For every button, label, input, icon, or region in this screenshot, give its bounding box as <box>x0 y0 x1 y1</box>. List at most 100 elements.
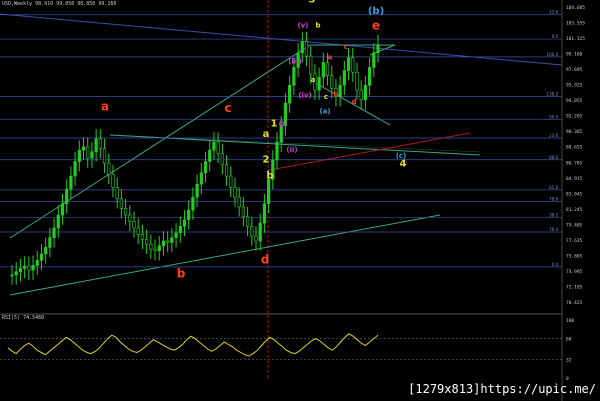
wave-label: (c) <box>396 152 407 160</box>
candle-body <box>363 84 367 101</box>
candle-body <box>351 57 355 73</box>
candle-body <box>94 138 98 153</box>
candle-body <box>275 141 279 161</box>
rsi-tick-label: 32 <box>566 357 572 363</box>
price-tick-label: 104.685 <box>566 5 585 11</box>
price-tick-label: 94.055 <box>566 98 583 104</box>
price-chart: 23.6 0.0 100.0 138.2 50.0 23.6 88.6 61.8 78.6 38.… <box>0 0 585 401</box>
candle-body <box>203 161 208 174</box>
candle-body <box>342 70 346 86</box>
candle-body <box>128 214 132 222</box>
wave-label: c <box>344 43 348 51</box>
trendlines <box>0 13 563 296</box>
wave-label: (iv) <box>298 91 311 99</box>
candle-body <box>317 76 321 91</box>
candle-body <box>174 232 178 239</box>
candle-body <box>199 172 203 185</box>
price-tick-label: 92.285 <box>566 114 583 120</box>
fib-label: 61.8 <box>549 185 558 190</box>
fib-label: 0.0 <box>552 34 559 39</box>
candle-body <box>182 219 187 227</box>
candle-body <box>115 187 119 200</box>
candle-body <box>161 240 166 247</box>
wave-label: (i) <box>279 120 288 128</box>
wave-label: (a) <box>319 108 330 116</box>
rsi-tick-label: 68 <box>566 337 572 343</box>
price-tick-label: 81.245 <box>566 207 583 213</box>
price-tick-label: 83.045 <box>566 191 583 197</box>
candle-body <box>241 206 245 217</box>
candle-body <box>237 196 241 208</box>
wave-label: e <box>372 18 380 32</box>
candle-body <box>14 271 18 276</box>
wave-label: d <box>351 98 356 106</box>
fib-label: 0.0 <box>552 262 559 267</box>
candle-body <box>65 188 69 204</box>
candle-body <box>367 67 372 86</box>
candle-body <box>44 247 48 255</box>
candle-body <box>325 62 330 76</box>
fib-label: 38.2 <box>549 212 558 217</box>
candle-body <box>170 237 174 243</box>
wave-label: b <box>266 171 273 182</box>
candle-body <box>372 52 376 68</box>
candle-body <box>52 227 56 239</box>
candle-body <box>111 174 115 188</box>
candle-body <box>338 84 342 97</box>
candle-body <box>69 175 73 190</box>
candle-body <box>267 179 271 204</box>
price-tick-label: 90.385 <box>566 129 583 135</box>
candle-body <box>288 84 292 104</box>
red-trend-line <box>269 132 471 171</box>
candle-body <box>157 245 161 251</box>
wave-label: (iii) <box>288 57 302 65</box>
candle-body <box>178 226 182 234</box>
candle-body <box>132 221 136 229</box>
candle-body <box>216 141 220 154</box>
candle-body <box>31 264 35 271</box>
candle-body <box>123 208 128 216</box>
price-tick-label: 95.925 <box>566 83 583 89</box>
candle-body <box>245 216 250 227</box>
fib-label: 78.6 <box>549 197 558 202</box>
candle-body <box>81 146 86 151</box>
candle-body <box>376 44 380 54</box>
candle-body <box>98 138 102 149</box>
price-tick-label: 75.865 <box>566 253 583 259</box>
price-tick-label: 77.635 <box>566 238 583 244</box>
candle-body <box>191 196 195 211</box>
fib-label: 23.6 <box>549 10 558 15</box>
wave-label: 1 <box>271 119 278 130</box>
price-tick-label: 97.695 <box>566 67 583 73</box>
candle-body <box>145 239 149 245</box>
candle-body <box>60 203 65 216</box>
fib-label: 50.0 <box>549 115 558 120</box>
fib-label: 76.4 <box>549 227 558 232</box>
candle-body <box>136 227 140 235</box>
wave-label: b <box>177 266 186 280</box>
candle-body <box>233 187 237 198</box>
candle-body <box>258 222 262 242</box>
fib-label: 138.2 <box>547 92 559 97</box>
price-tick-label: 86.785 <box>566 160 583 166</box>
watermark: [1279x813]https://upic.me/ <box>408 382 596 396</box>
fib-label: 100.0 <box>547 52 559 57</box>
candle-body <box>77 149 81 162</box>
candle-body <box>346 57 351 71</box>
candle-body <box>309 55 313 75</box>
wave-label: b <box>333 91 338 99</box>
wave-label: d <box>261 253 270 267</box>
wave-label: a <box>101 99 109 113</box>
candle-body <box>321 62 325 78</box>
candles <box>10 31 380 285</box>
candle-body <box>18 268 23 273</box>
candle-body <box>86 146 90 159</box>
candle-body <box>39 253 44 261</box>
candle-body <box>250 226 254 237</box>
candle-body <box>48 237 52 248</box>
lower-channel-line <box>9 214 441 296</box>
candle-body <box>359 89 363 101</box>
candle-body <box>330 75 334 89</box>
candle-body <box>187 209 191 221</box>
price-tick-label: 79.405 <box>566 222 583 228</box>
